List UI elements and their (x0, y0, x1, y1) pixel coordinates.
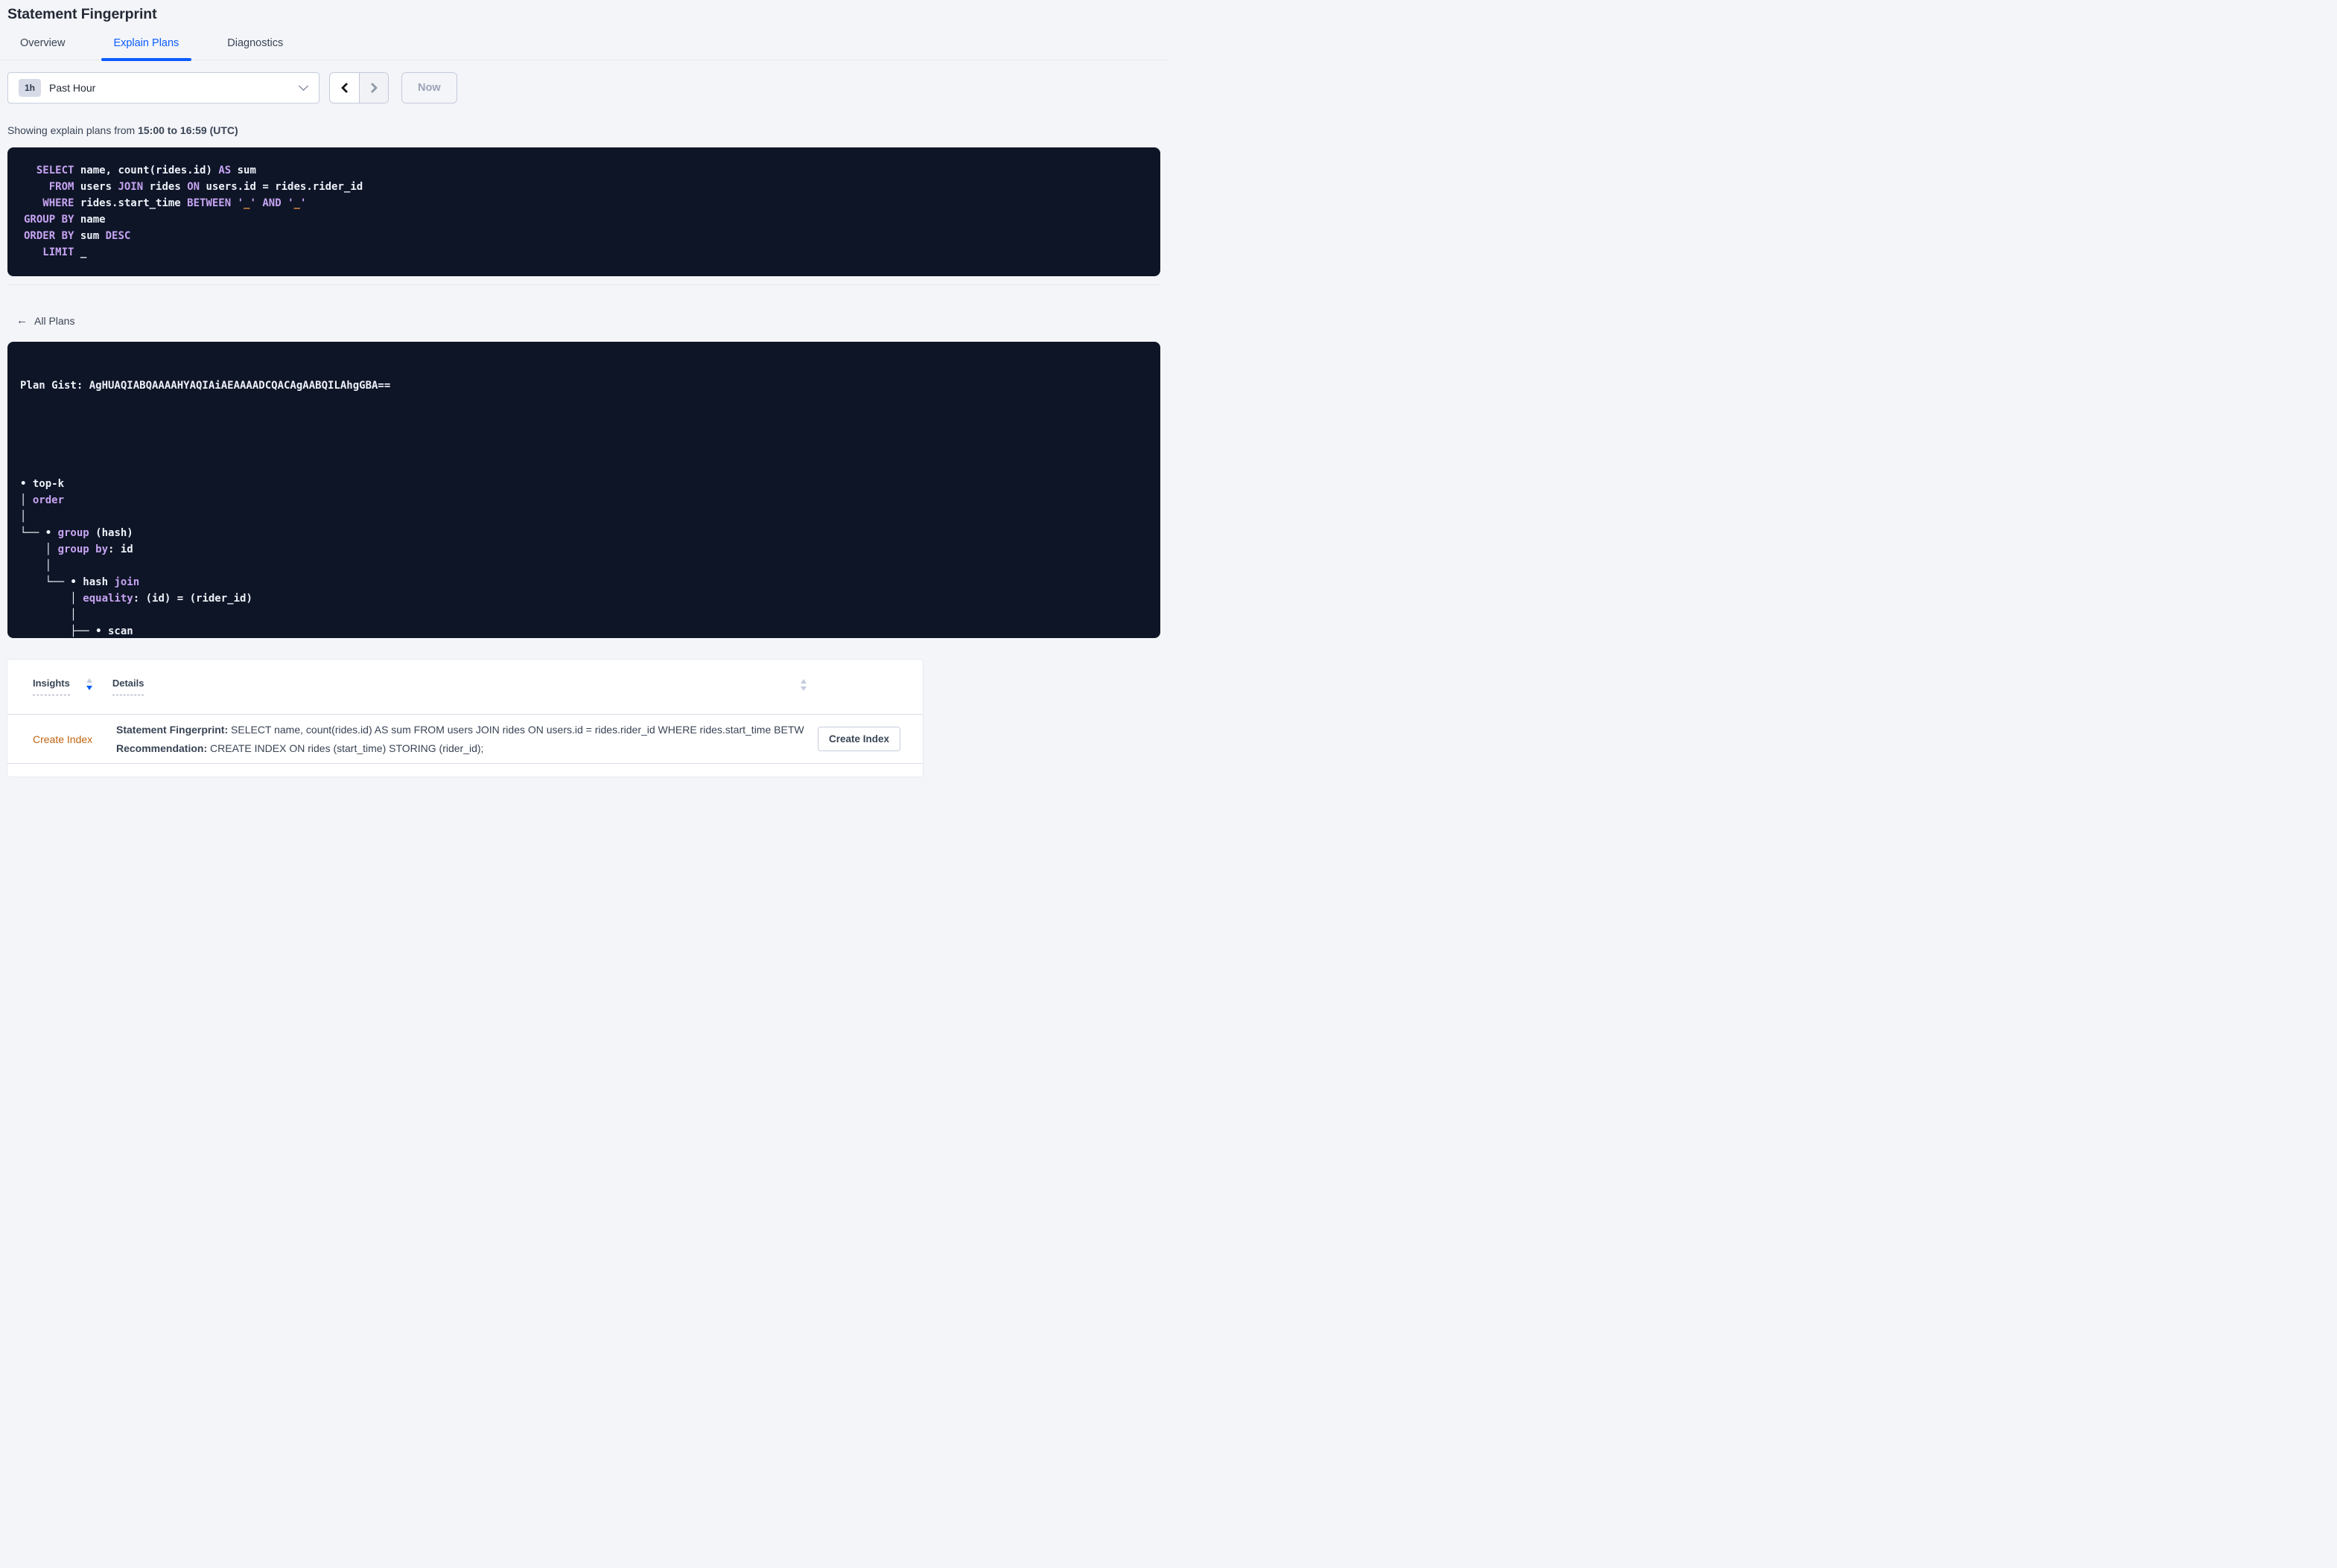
page-title: Statement Fingerprint (7, 6, 157, 22)
tab-diagnostics[interactable]: Diagnostics (227, 37, 283, 60)
plan-gist-box: Plan Gist: AgHUAQIABQAAAAHYAQIAiAEAAAADC… (7, 342, 1160, 638)
insights-table-header: Insights Details (7, 660, 923, 695)
all-plans-label: All Plans (34, 315, 75, 327)
time-range-badge: 1h (19, 79, 42, 97)
plan-tree: • top-k │ order │ └── • group (hash) │ grou… (20, 478, 252, 637)
recommendation-label: Recommendation: (116, 742, 208, 754)
column-header-details[interactable]: Details (112, 678, 144, 695)
sort-icon-details[interactable] (801, 679, 807, 691)
sort-up-arrow-icon (801, 679, 807, 683)
summary-range: 15:00 to 16:59 (UTC) (138, 124, 238, 136)
section-divider (7, 284, 1160, 285)
sort-icon-insights[interactable] (86, 678, 92, 690)
details-header-label: Details (112, 678, 144, 695)
fingerprint-text: SELECT name, count(rides.id) AS sum FROM… (231, 723, 804, 736)
insights-table-card: Insights Details Create Index Statement … (7, 660, 923, 777)
insights-header-label: Insights (33, 678, 70, 695)
all-plans-back-link[interactable]: ← All Plans (16, 315, 74, 327)
recommendation-line: Recommendation: CREATE INDEX ON rides (s… (116, 739, 804, 758)
sort-down-arrow-icon (801, 686, 807, 691)
previous-time-button[interactable] (330, 73, 359, 103)
insight-details-cell: Statement Fingerprint: SELECT name, coun… (116, 721, 804, 758)
recommendation-text: CREATE INDEX ON rides (start_time) STORI… (210, 742, 484, 754)
sort-down-arrow-icon (86, 686, 92, 690)
back-arrow-icon: ← (16, 314, 28, 327)
table-row: Create Index Statement Fingerprint: SELE… (7, 715, 923, 764)
time-range-dropdown[interactable]: 1h Past Hour (7, 72, 319, 103)
chevron-right-icon (366, 82, 378, 94)
time-range-selected: Past Hour (49, 82, 96, 94)
chevron-left-icon (340, 82, 352, 94)
tab-explain-plans[interactable]: Explain Plans (101, 37, 192, 61)
active-tab-underline (101, 58, 192, 61)
create-index-link[interactable]: Create Index (33, 733, 116, 745)
create-index-button[interactable]: Create Index (817, 727, 900, 751)
sql-code: SELECT name, count(rides.id) AS sum FROM… (24, 165, 363, 258)
sort-up-arrow-icon (86, 678, 92, 683)
tab-bar: Overview Explain Plans Diagnostics (0, 37, 1168, 61)
tab-explain-plans-label: Explain Plans (113, 37, 179, 49)
showing-plans-summary: Showing explain plans from 15:00 to 16:5… (7, 124, 1160, 136)
time-filter-row: 1h Past Hour Now (7, 72, 1160, 103)
statement-fingerprint-line: Statement Fingerprint: SELECT name, coun… (116, 721, 804, 739)
time-pager (329, 72, 389, 103)
sql-statement-box: SELECT name, count(rides.id) AS sum FROM… (7, 147, 1160, 276)
chevron-down-icon (299, 81, 308, 91)
plan-gist-line: Plan Gist: AgHUAQIABQAAAAHYAQIAiAEAAAADC… (20, 380, 391, 392)
now-button[interactable]: Now (401, 72, 457, 103)
plan-blank-line (20, 427, 1145, 443)
summary-prefix: Showing explain plans from (7, 124, 139, 136)
next-time-button[interactable] (359, 73, 388, 103)
fingerprint-label: Statement Fingerprint: (116, 723, 229, 736)
column-header-insights[interactable]: Insights (33, 678, 70, 695)
tab-overview[interactable]: Overview (20, 37, 65, 60)
